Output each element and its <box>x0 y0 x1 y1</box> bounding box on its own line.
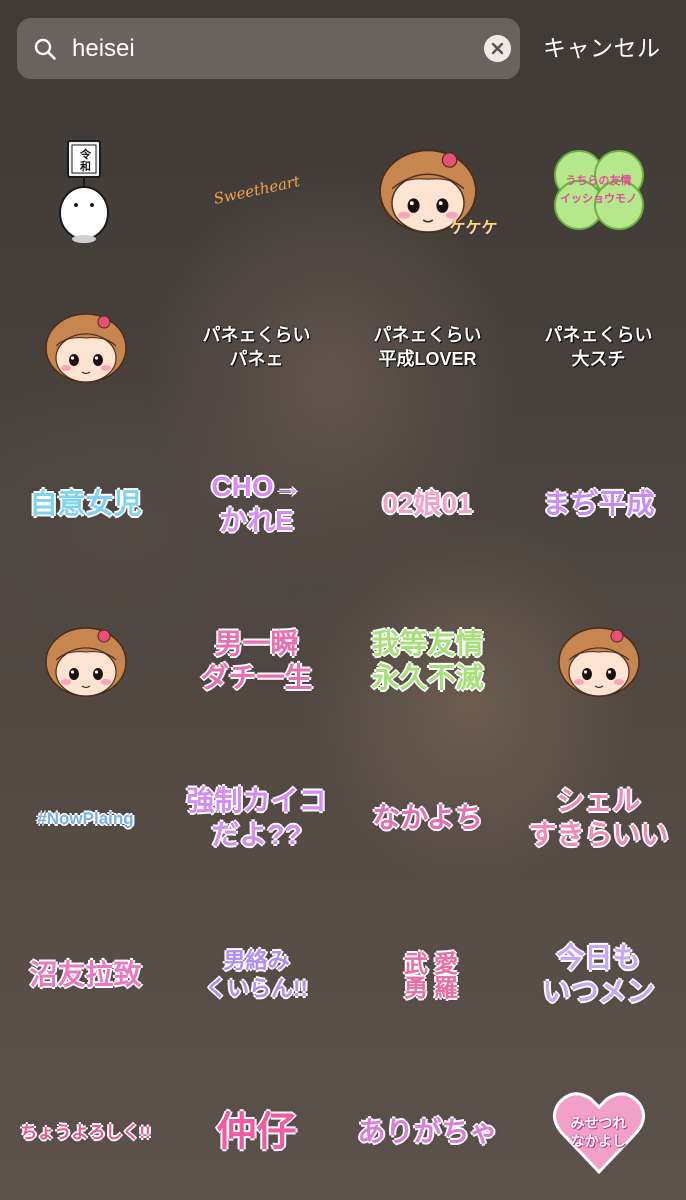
sticker-nowplaying[interactable]: #NowPlaing <box>0 738 171 898</box>
sticker-art <box>549 616 649 706</box>
search-icon <box>34 38 56 60</box>
sticker-aira-busu[interactable]: 愛羅 武勇 <box>342 895 513 1055</box>
sticker-label: 仲仔 <box>216 1110 297 1154</box>
sticker-nakayoshi-kanji[interactable]: 仲仔 <box>171 1052 342 1200</box>
sticker-label: みせつれ なかよし <box>570 1115 627 1149</box>
sticker-label: 男絡み くいらん!! <box>205 948 308 1001</box>
clear-search-icon[interactable] <box>484 35 511 62</box>
sticker-label: 沼友拉致 <box>29 959 142 990</box>
search-field[interactable]: heisei <box>17 18 520 79</box>
sticker-label: パネェくらい パネェ <box>202 325 311 369</box>
sticker-label: うちらの友情 イッショウモノ <box>560 175 637 205</box>
sticker-kyou-mo[interactable]: 今日も いつメン <box>513 895 684 1055</box>
sticker-girl-jiko[interactable]: 自意女児 <box>0 424 171 584</box>
sticker-art: なかよち <box>372 801 483 835</box>
sticker-girl-ponytail[interactable] <box>0 267 171 427</box>
sticker-label: ありがちゃ <box>357 1116 498 1147</box>
sticker-grid: 令和 Sweetheart ケケケ うちらの友情 イッショウモノパネェくらい パネェ パ… <box>0 110 686 1200</box>
sticker-heart-message[interactable]: みせつれ なかよし <box>513 1052 684 1200</box>
sticker-label: 男一瞬 ダチ一生 <box>200 628 313 693</box>
sticker-arigatou[interactable]: ありがちゃ <box>342 1052 513 1200</box>
sticker-nakayoshi[interactable]: なかよち <box>342 738 513 898</box>
sticker-art: #NowPlaing <box>37 807 133 830</box>
sticker-label: Sweetheart <box>211 172 302 208</box>
sticker-panee-1[interactable]: パネェくらい パネェ <box>171 267 342 427</box>
sticker-kinyu[interactable]: 沼友拉致 <box>0 895 171 1055</box>
sticker-art: 男絡み くいらん!! <box>205 947 308 1003</box>
sticker-label: 愛羅 武勇 <box>399 951 457 999</box>
sticker-art: みせつれ なかよし <box>549 1087 649 1177</box>
cancel-button[interactable]: キャンセル <box>543 33 661 63</box>
sticker-label: ちょうよろしく!! <box>20 1122 151 1142</box>
sticker-art: パネェくらい 大スチ <box>545 323 653 371</box>
sticker-label: 自意女児 <box>29 488 142 519</box>
sticker-cho-akogare[interactable]: CHO→ かれE <box>171 424 342 584</box>
sticker-art: 自意女児 <box>29 487 141 521</box>
sticker-art: 男一瞬 ダチ一生 <box>200 627 312 695</box>
girl-illustration <box>557 627 640 697</box>
sticker-choyoroshiku[interactable]: ちょうよろしく!! <box>0 1052 171 1200</box>
sticker-label: ケケケ <box>449 220 498 237</box>
sticker-sweetheart[interactable]: Sweetheart <box>171 110 342 270</box>
sticker-art: シェル すきらいい <box>528 784 668 852</box>
sticker-art: 今日も いつメン <box>542 941 654 1009</box>
sticker-art: 令和 <box>46 135 126 245</box>
sticker-panee-3[interactable]: パネェくらい 大スチ <box>513 267 684 427</box>
sticker-art: まぢ平成 <box>542 487 654 521</box>
sticker-girl-blue-ribbon[interactable] <box>0 581 171 741</box>
sticker-art: うちらの友情 イッショウモノ <box>549 145 649 235</box>
search-input[interactable]: heisei <box>72 34 135 64</box>
sticker-label: CHO→ かれE <box>211 471 302 536</box>
sticker-panee-2[interactable]: パネェくらい 平成LOVER <box>342 267 513 427</box>
sticker-otoko-ichishun[interactable]: 男一瞬 ダチ一生 <box>171 581 342 741</box>
sticker-label: 今日も いつメン <box>542 942 655 1007</box>
sticker-label: 02娘01 <box>382 488 473 519</box>
search-bar-row: heisei キャンセル <box>0 0 686 100</box>
sticker-danshi[interactable]: 男絡み くいらん!! <box>171 895 342 1055</box>
girl-illustration <box>44 627 127 697</box>
sticker-label: 令和 <box>80 149 91 173</box>
sticker-label: シェル すきらいい <box>528 785 669 850</box>
sticker-art: 仲仔 <box>217 1109 297 1155</box>
sticker-art: 沼友拉致 <box>29 958 141 992</box>
sticker-02-musume-01[interactable]: 02娘01 <box>342 424 513 584</box>
sticker-art: 愛羅 武勇 <box>368 951 488 999</box>
sticker-label: なかよち <box>372 802 483 833</box>
sticker-label: パネェくらい 平成LOVER <box>373 325 482 369</box>
sticker-art: Sweetheart <box>212 172 301 208</box>
sticker-maji-heisei[interactable]: まぢ平成 <box>513 424 684 584</box>
sticker-art: ケケケ <box>368 136 498 244</box>
sticker-sheru-suki[interactable]: シェル すきらいい <box>513 738 684 898</box>
sticker-art: ちょうよろしく!! <box>20 1121 150 1144</box>
sticker-art: 02娘01 <box>382 487 472 521</box>
sticker-art <box>36 302 136 392</box>
sticker-clover[interactable]: うちらの友情 イッショウモノ <box>513 110 684 270</box>
sticker-art: パネェくらい 平成LOVER <box>374 323 482 371</box>
sticker-girl-ribbon[interactable]: ケケケ <box>342 110 513 270</box>
sticker-yujo-eikyu[interactable]: 我等友情 永久不滅 <box>342 581 513 741</box>
sticker-art: 強制カイコ だよ?? <box>186 784 326 852</box>
sticker-label: 我等友情 永久不滅 <box>371 628 484 693</box>
sticker-art: CHO→ かれE <box>211 470 301 538</box>
sticker-label: パネェくらい 大スチ <box>544 325 653 369</box>
sticker-label: まぢ平成 <box>542 488 655 519</box>
sticker-reiwa-panda[interactable]: 令和 <box>0 110 171 270</box>
sticker-label: #NowPlaing <box>37 808 134 828</box>
girl-illustration <box>44 313 127 383</box>
sticker-label: 強制カイコ だよ?? <box>186 785 327 850</box>
sticker-art <box>36 616 136 706</box>
sticker-girl-pigtails[interactable] <box>513 581 684 741</box>
sticker-art: ありがちゃ <box>357 1115 497 1149</box>
sticker-art: パネェくらい パネェ <box>203 323 311 371</box>
sticker-art: 我等友情 永久不滅 <box>371 627 483 695</box>
sticker-kyosei-kaiko[interactable]: 強制カイコ だよ?? <box>171 738 342 898</box>
